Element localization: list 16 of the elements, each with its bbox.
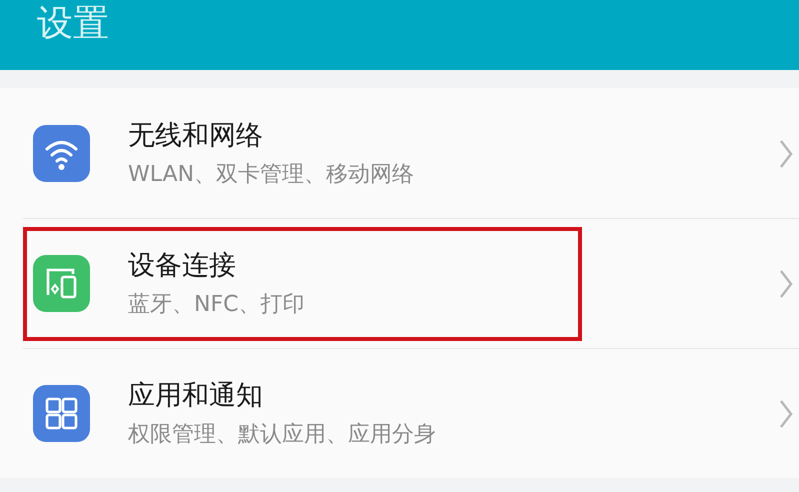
chevron-icon [779,138,793,168]
row-title: 无线和网络 [128,118,264,152]
apps-grid-icon [33,385,90,442]
wifi-icon [33,125,90,182]
settings-row[interactable]: 无线和网络 WLAN、双卡管理、移动网络 [23,88,799,218]
row-subtitle: 蓝牙、NFC、打印 [128,290,304,318]
row-subtitle: 权限管理、默认应用、应用分身 [128,420,436,448]
row-title: 设备连接 [128,248,237,282]
chevron-icon [779,268,793,298]
chevron-icon [779,398,793,428]
row-subtitle: WLAN、双卡管理、移动网络 [128,160,414,188]
settings-row[interactable]: 应用和通知 权限管理、默认应用、应用分身 [23,348,799,478]
settings-row[interactable]: 设备连接 蓝牙、NFC、打印 [23,218,799,348]
devices-icon [33,255,90,312]
page-title: 设置 [37,2,109,46]
row-title: 应用和通知 [128,378,264,412]
